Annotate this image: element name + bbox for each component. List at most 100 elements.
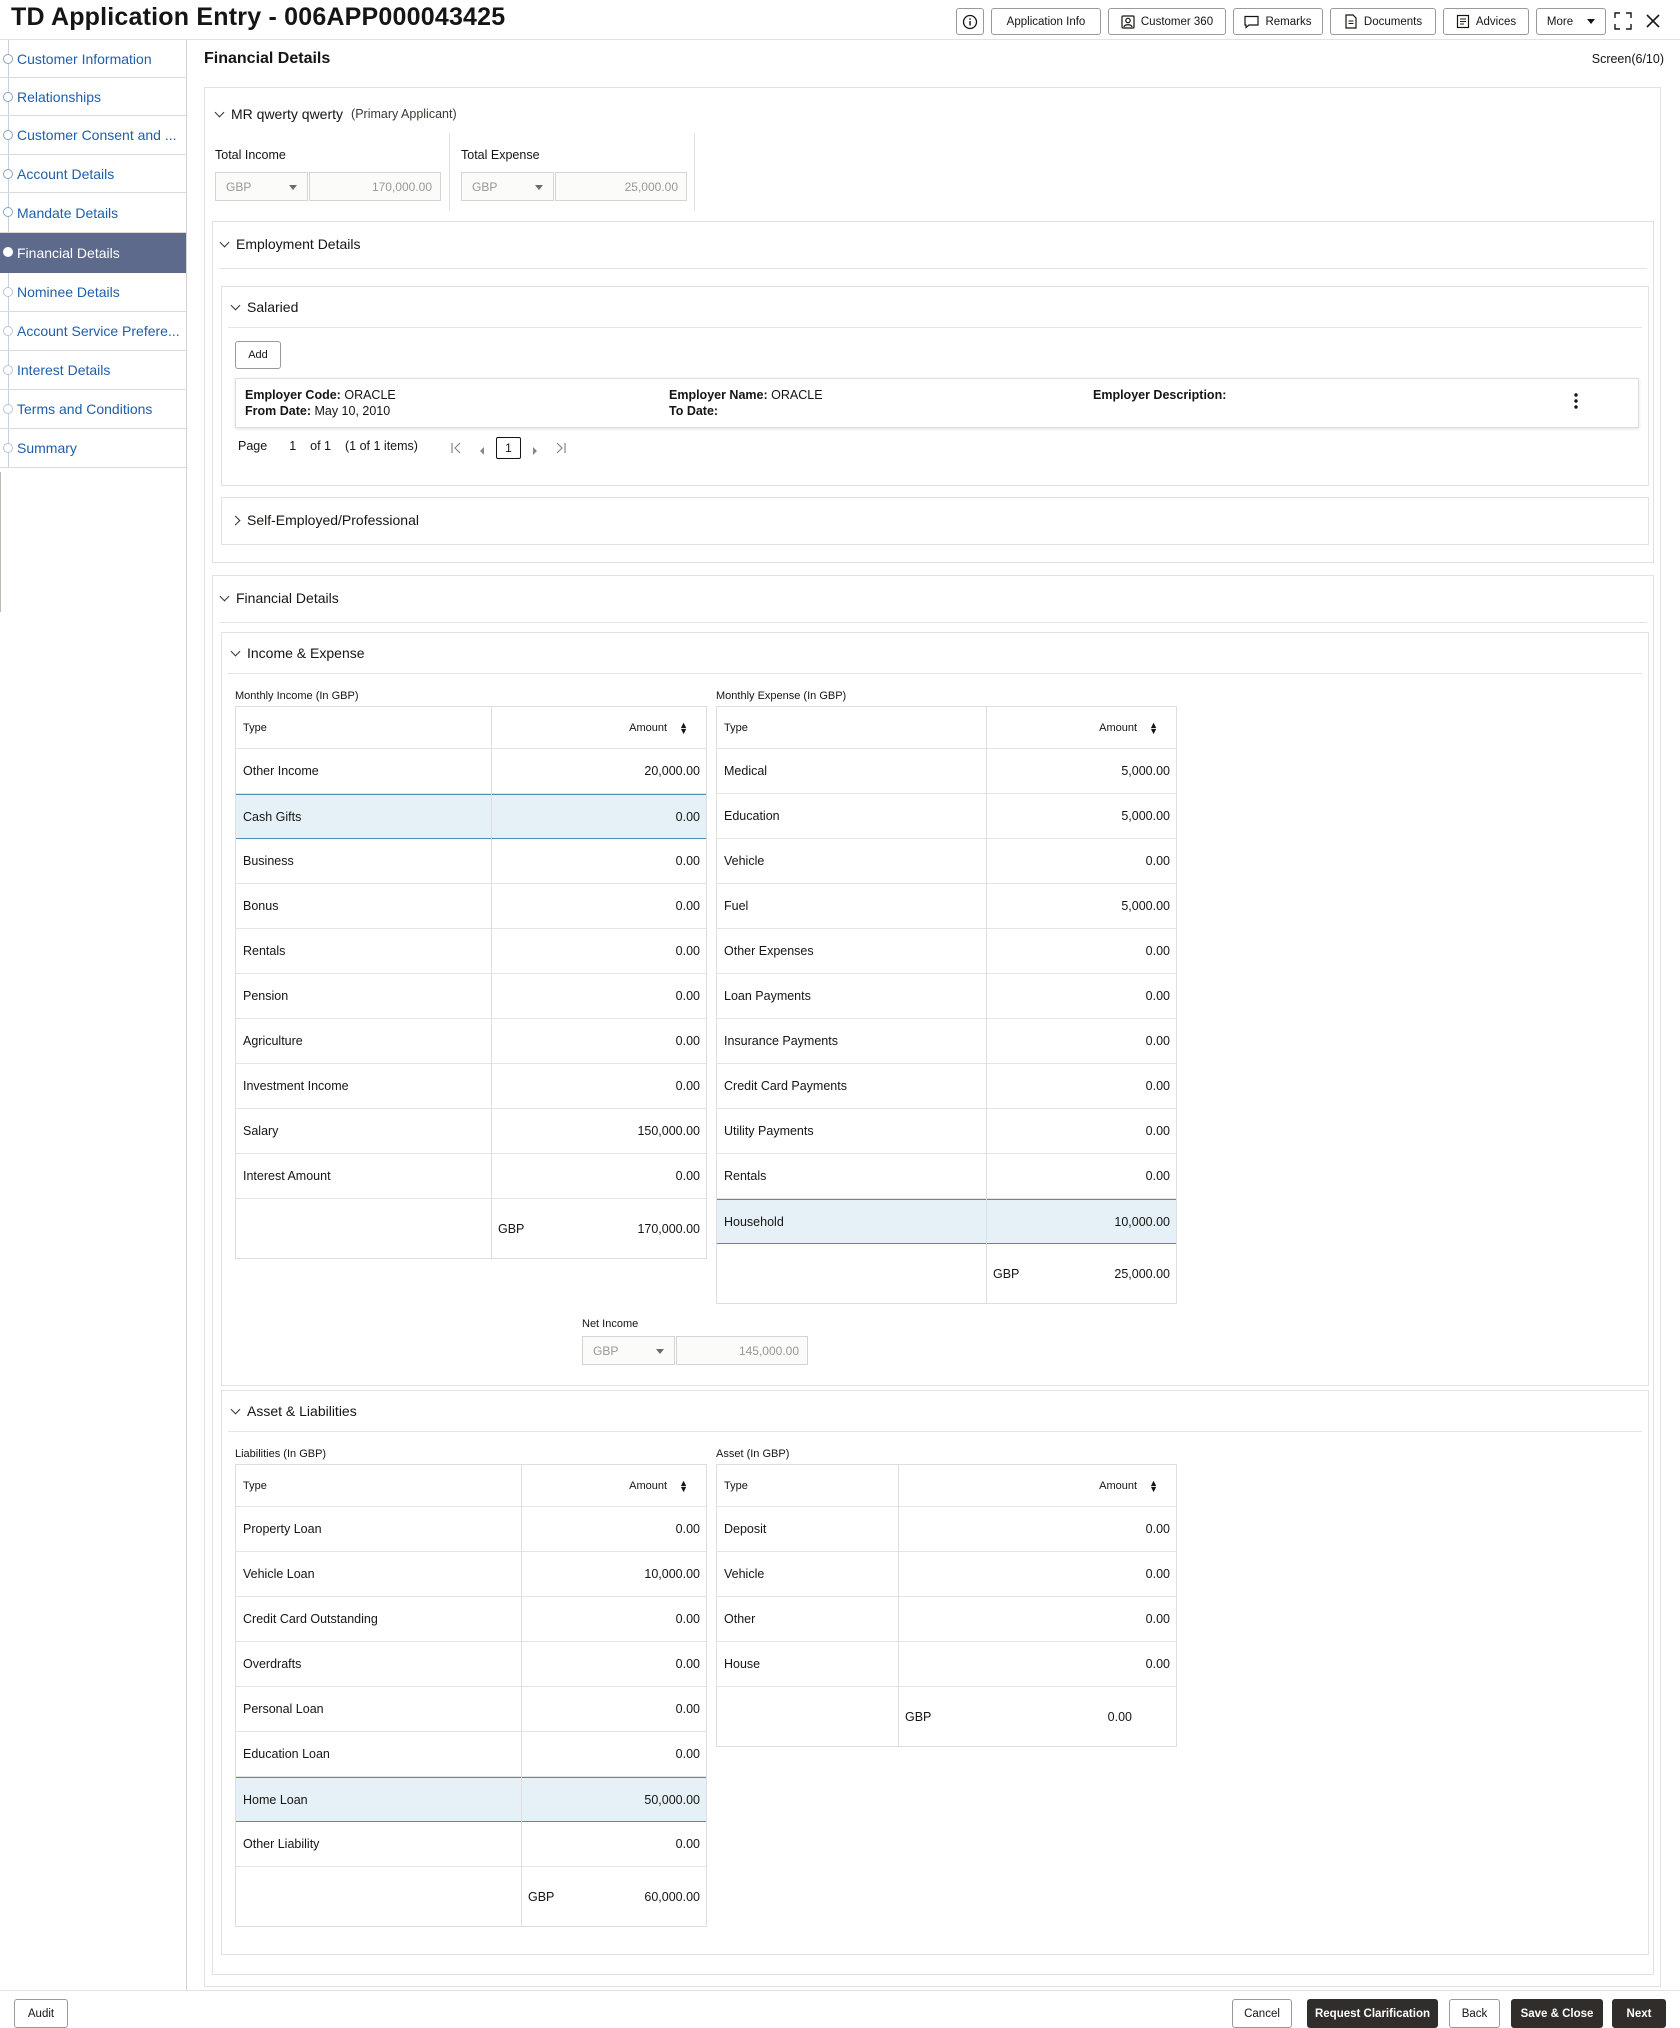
amount-cell[interactable]: 0.00: [676, 989, 700, 1003]
amount-cell[interactable]: 0.00: [1146, 1034, 1170, 1048]
amount-cell[interactable]: 5,000.00: [1121, 899, 1170, 913]
documents-button[interactable]: Documents: [1330, 8, 1436, 35]
page-input[interactable]: 1: [289, 439, 296, 453]
prev-page-icon[interactable]: [477, 443, 487, 455]
amount-cell[interactable]: 0.00: [1146, 1522, 1170, 1536]
table-row[interactable]: Rentals 0.00: [236, 929, 706, 974]
amount-cell[interactable]: 0.00: [676, 1657, 700, 1671]
amount-cell[interactable]: 0.00: [676, 1169, 700, 1183]
table-row[interactable]: Household 10,000.00: [717, 1199, 1176, 1244]
table-row[interactable]: Vehicle 0.00: [717, 1552, 1176, 1597]
amount-cell[interactable]: 0.00: [1146, 1657, 1170, 1671]
table-row[interactable]: Rentals 0.00: [717, 1154, 1176, 1199]
amount-cell[interactable]: 0.00: [676, 1747, 700, 1761]
table-row[interactable]: Home Loan 50,000.00: [236, 1777, 706, 1822]
table-row[interactable]: Overdrafts 0.00: [236, 1642, 706, 1687]
amount-sort-header[interactable]: Amount ▲ ▼: [629, 720, 688, 735]
table-row[interactable]: Other Income 20,000.00: [236, 749, 706, 794]
employment-header[interactable]: Employment Details: [219, 236, 361, 252]
table-row[interactable]: Cash Gifts 0.00: [236, 794, 706, 839]
table-row[interactable]: Vehicle 0.00: [717, 839, 1176, 884]
save-close-button[interactable]: Save & Close: [1511, 1999, 1603, 2028]
table-row[interactable]: Utility Payments 0.00: [717, 1109, 1176, 1154]
amount-cell[interactable]: 0.00: [676, 1034, 700, 1048]
amount-cell[interactable]: 50,000.00: [644, 1793, 700, 1807]
customer-360-button[interactable]: Customer 360: [1108, 8, 1226, 35]
table-row[interactable]: Salary 150,000.00: [236, 1109, 706, 1154]
sidebar-item-10[interactable]: Summary: [0, 429, 186, 468]
amount-cell[interactable]: 150,000.00: [637, 1124, 700, 1138]
table-row[interactable]: Fuel 5,000.00: [717, 884, 1176, 929]
amount-cell[interactable]: 0.00: [676, 1522, 700, 1536]
table-row[interactable]: House 0.00: [717, 1642, 1176, 1687]
advices-button[interactable]: Advices: [1443, 8, 1529, 35]
amount-sort-header[interactable]: Amount ▲ ▼: [1099, 1478, 1158, 1493]
last-page-icon[interactable]: [555, 441, 567, 455]
info-button[interactable]: [956, 8, 984, 35]
table-row[interactable]: Pension 0.00: [236, 974, 706, 1019]
sidebar-item-3[interactable]: Account Details: [0, 155, 186, 193]
applicant-header[interactable]: MR qwerty qwerty (Primary Applicant): [214, 106, 457, 122]
amount-cell[interactable]: 0.00: [1146, 854, 1170, 868]
amount-cell[interactable]: 0.00: [676, 810, 700, 824]
table-row[interactable]: Deposit 0.00: [717, 1507, 1176, 1552]
remarks-button[interactable]: Remarks: [1233, 8, 1323, 35]
audit-button[interactable]: Audit: [14, 1999, 68, 2028]
sidebar-item-2[interactable]: Customer Consent and ...: [0, 116, 186, 155]
table-row[interactable]: Loan Payments 0.00: [717, 974, 1176, 1019]
table-row[interactable]: Other Expenses 0.00: [717, 929, 1176, 974]
maximize-icon[interactable]: [1614, 12, 1632, 30]
sidebar-item-0[interactable]: Customer Information: [0, 40, 186, 78]
first-page-icon[interactable]: [450, 441, 462, 455]
table-row[interactable]: Education Loan 0.00: [236, 1732, 706, 1777]
sidebar-item-9[interactable]: Terms and Conditions: [0, 390, 186, 429]
sidebar-item-6[interactable]: Nominee Details: [0, 273, 186, 312]
table-row[interactable]: Credit Card Payments 0.00: [717, 1064, 1176, 1109]
amount-cell[interactable]: 0.00: [676, 854, 700, 868]
table-row[interactable]: Investment Income 0.00: [236, 1064, 706, 1109]
sidebar-item-1[interactable]: Relationships: [0, 78, 186, 116]
table-row[interactable]: Education 5,000.00: [717, 794, 1176, 839]
amount-cell[interactable]: 0.00: [1146, 1124, 1170, 1138]
table-row[interactable]: Insurance Payments 0.00: [717, 1019, 1176, 1064]
amount-cell[interactable]: 0.00: [1146, 989, 1170, 1003]
add-employer-button[interactable]: Add: [235, 341, 281, 369]
table-row[interactable]: Other Liability 0.00: [236, 1822, 706, 1867]
sidebar-item-7[interactable]: Account Service Prefere...: [0, 312, 186, 351]
next-page-icon[interactable]: [530, 443, 540, 455]
request-clarification-button[interactable]: Request Clarification: [1307, 1999, 1438, 2028]
financial-header[interactable]: Financial Details: [219, 590, 339, 606]
amount-cell[interactable]: 0.00: [1146, 1169, 1170, 1183]
back-button[interactable]: Back: [1449, 1999, 1500, 2028]
kebab-menu-icon[interactable]: [1571, 391, 1581, 411]
sidebar-item-4[interactable]: Mandate Details: [0, 193, 186, 233]
amount-cell[interactable]: 0.00: [676, 944, 700, 958]
amount-cell[interactable]: 0.00: [676, 1837, 700, 1851]
amount-cell[interactable]: 0.00: [1146, 1567, 1170, 1581]
table-row[interactable]: Bonus 0.00: [236, 884, 706, 929]
sidebar-item-5[interactable]: Financial Details: [0, 233, 186, 273]
application-info-button[interactable]: Application Info: [991, 8, 1101, 35]
amount-sort-header[interactable]: Amount ▲ ▼: [1099, 720, 1158, 735]
amount-cell[interactable]: 5,000.00: [1121, 764, 1170, 778]
income-expense-header[interactable]: Income & Expense: [230, 645, 365, 661]
table-row[interactable]: Other 0.00: [717, 1597, 1176, 1642]
sidebar-item-8[interactable]: Interest Details: [0, 351, 186, 390]
amount-cell[interactable]: 0.00: [676, 1079, 700, 1093]
net-income-currency[interactable]: GBP: [582, 1336, 675, 1365]
amount-cell[interactable]: 10,000.00: [1114, 1215, 1170, 1229]
table-row[interactable]: Personal Loan 0.00: [236, 1687, 706, 1732]
table-row[interactable]: Property Loan 0.00: [236, 1507, 706, 1552]
table-row[interactable]: Business 0.00: [236, 839, 706, 884]
total-income-currency[interactable]: GBP: [215, 172, 308, 201]
table-row[interactable]: Agriculture 0.00: [236, 1019, 706, 1064]
table-row[interactable]: Interest Amount 0.00: [236, 1154, 706, 1199]
total-expense-field[interactable]: 25,000.00: [555, 172, 687, 201]
amount-cell[interactable]: 0.00: [1146, 944, 1170, 958]
next-button[interactable]: Next: [1612, 1999, 1666, 2028]
amount-cell[interactable]: 0.00: [1146, 1612, 1170, 1626]
amount-cell[interactable]: 10,000.00: [644, 1567, 700, 1581]
amount-cell[interactable]: 0.00: [1146, 1079, 1170, 1093]
amount-cell[interactable]: 0.00: [676, 1702, 700, 1716]
more-button[interactable]: More: [1536, 8, 1606, 35]
